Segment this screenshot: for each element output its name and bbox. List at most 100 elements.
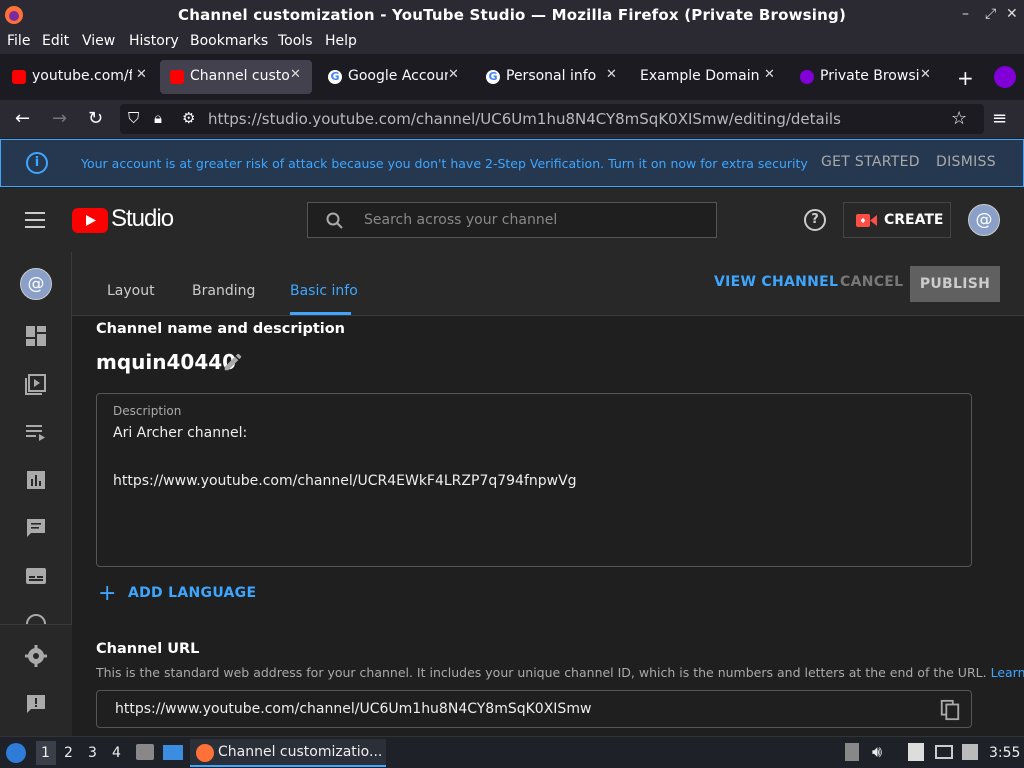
banner-message: Your account is at greater risk of attac…	[81, 156, 808, 171]
close-tab-icon[interactable]: ✕	[920, 67, 931, 82]
tab-label: Channel custor	[190, 68, 290, 84]
bookmark-star-icon[interactable]: ☆	[951, 108, 967, 129]
volume-icon[interactable]: 🔊︎	[872, 742, 882, 762]
reload-icon[interactable]: ↻	[88, 108, 103, 129]
menu-bookmarks[interactable]: Bookmarks	[190, 33, 268, 49]
menu-file[interactable]: File	[7, 33, 30, 49]
clock: 3:55	[989, 745, 1021, 761]
google-favicon-icon: G	[328, 70, 342, 84]
clipboard-icon[interactable]	[908, 743, 924, 761]
menu-tools[interactable]: Tools	[278, 33, 313, 49]
browser-tab-bar: youtube.com/fe ✕ Channel custor ✕ G Goog…	[0, 54, 1024, 100]
dismiss-button[interactable]: DISMISS	[936, 154, 996, 170]
workspace-3[interactable]: 3	[88, 745, 97, 761]
channel-avatar[interactable]: @	[20, 268, 52, 300]
app-menu-icon[interactable]: ≡	[992, 108, 1007, 129]
menu-edit[interactable]: Edit	[42, 33, 69, 49]
url-text[interactable]: https://studio.youtube.com/channel/UC6Um…	[208, 110, 841, 128]
browser-tab[interactable]: G Personal info ✕	[476, 60, 626, 94]
menu-view[interactable]: View	[82, 33, 115, 49]
help-icon[interactable]: ?	[804, 209, 826, 231]
browser-tab-active[interactable]: Channel custor ✕	[160, 60, 312, 94]
forward-icon[interactable]: →	[52, 108, 67, 129]
playlists-icon[interactable]	[24, 420, 48, 444]
subtitles-icon[interactable]	[24, 564, 48, 588]
youtube-logo-icon[interactable]	[72, 208, 108, 233]
desktop-icon[interactable]	[163, 745, 183, 760]
channel-search-input[interactable]: Search across your channel	[307, 202, 717, 238]
minimize-icon[interactable]: –	[962, 6, 969, 22]
content-icon[interactable]	[24, 372, 48, 396]
tab-label: Private Browsin	[820, 68, 920, 84]
channel-url-help-text: This is the standard web address for you…	[96, 665, 987, 680]
browser-tab[interactable]: Private Browsin ✕	[790, 60, 942, 94]
close-tab-icon[interactable]: ✕	[764, 67, 775, 82]
workspace-1[interactable]: 1	[41, 745, 50, 761]
notification-icon[interactable]	[962, 744, 978, 760]
os-taskbar: 1 2 3 4 Channel customizatio... 🔊︎ 3:55	[0, 736, 1024, 768]
channel-url-title: Channel URL	[96, 641, 200, 657]
workspace-4[interactable]: 4	[112, 745, 121, 761]
close-tab-icon[interactable]: ✕	[448, 67, 459, 82]
google-favicon-icon: G	[486, 70, 500, 84]
file-manager-icon[interactable]	[136, 744, 154, 760]
add-icon[interactable]: +	[98, 581, 116, 606]
studio-sidebar: @	[0, 252, 72, 736]
taskbar-window-button[interactable]: Channel customizatio...	[190, 739, 386, 767]
tab-layout[interactable]: Layout	[107, 283, 155, 299]
description-line: https://www.youtube.com/channel/UCR4EWkF…	[113, 473, 577, 489]
view-channel-button[interactable]: VIEW CHANNEL	[714, 274, 838, 290]
back-icon[interactable]: ←	[15, 108, 30, 129]
close-tab-icon[interactable]: ✕	[136, 67, 147, 82]
cancel-button[interactable]: CANCEL	[840, 274, 903, 290]
create-button[interactable]: CREATE	[843, 202, 951, 238]
learn-more-link[interactable]: Learn more	[991, 665, 1024, 680]
lock-icon[interactable]: 🔒︎	[154, 109, 162, 127]
account-avatar[interactable]: @	[968, 204, 1000, 236]
close-tab-icon[interactable]: ✕	[606, 67, 617, 82]
start-menu-icon[interactable]	[6, 743, 26, 763]
dashboard-icon[interactable]	[24, 324, 48, 348]
menu-history[interactable]: History	[129, 33, 179, 49]
address-bar[interactable]: ⛉ 🔒︎ ⚙ https://studio.youtube.com/channe…	[120, 104, 984, 134]
sidebar-footer	[0, 624, 72, 736]
network-icon[interactable]	[935, 745, 953, 759]
browser-tab[interactable]: G Google Accoun ✕	[318, 60, 468, 94]
settings-gear-icon[interactable]	[24, 644, 48, 668]
get-started-button[interactable]: GET STARTED	[821, 154, 920, 170]
browser-tab[interactable]: Example Domain ✕	[632, 60, 784, 94]
youtube-favicon-icon	[12, 70, 26, 84]
restore-icon[interactable]: ⤢	[985, 6, 996, 22]
description-field[interactable]: Description Ari Archer channel: https://…	[96, 393, 972, 567]
channel-name-section-title: Channel name and description	[96, 321, 346, 337]
permissions-icon[interactable]: ⚙	[182, 109, 195, 127]
tab-label: Example Domain	[640, 68, 760, 84]
edit-pencil-icon[interactable]	[222, 351, 244, 373]
hamburger-menu-icon[interactable]	[25, 211, 47, 229]
description-label: Description	[113, 404, 182, 418]
add-language-button[interactable]: ADD LANGUAGE	[128, 585, 256, 601]
feedback-icon[interactable]	[24, 692, 48, 716]
comments-icon[interactable]	[24, 516, 48, 540]
new-tab-icon[interactable]: +	[957, 66, 974, 90]
close-window-icon[interactable]: ✕	[1006, 6, 1018, 22]
close-tab-icon[interactable]: ✕	[290, 67, 301, 82]
tray-update-icon[interactable]	[845, 743, 859, 761]
channel-url-field[interactable]: https://www.youtube.com/channel/UC6Um1hu…	[96, 690, 972, 728]
workspace-2[interactable]: 2	[64, 745, 73, 761]
channel-url-value[interactable]: https://www.youtube.com/channel/UC6Um1hu…	[115, 701, 591, 717]
description-line: Ari Archer channel:	[113, 425, 248, 441]
customization-tabs: Layout Branding Basic info VIEW CHANNEL …	[72, 252, 1024, 316]
main-content: Layout Branding Basic info VIEW CHANNEL …	[72, 252, 1024, 736]
browser-tab[interactable]: youtube.com/fe ✕	[2, 60, 156, 94]
tab-label: Google Accoun	[348, 68, 448, 84]
publish-button[interactable]: PUBLISH	[910, 266, 1000, 302]
channel-url-help: This is the standard web address for you…	[96, 665, 1024, 680]
tab-basic-info[interactable]: Basic info	[290, 283, 358, 299]
shield-icon[interactable]: ⛉	[128, 109, 139, 127]
studio-logo-text: Studio	[111, 205, 174, 232]
tab-branding[interactable]: Branding	[192, 283, 255, 299]
analytics-icon[interactable]	[24, 468, 48, 492]
copy-icon[interactable]	[939, 698, 961, 722]
menu-help[interactable]: Help	[325, 33, 357, 49]
